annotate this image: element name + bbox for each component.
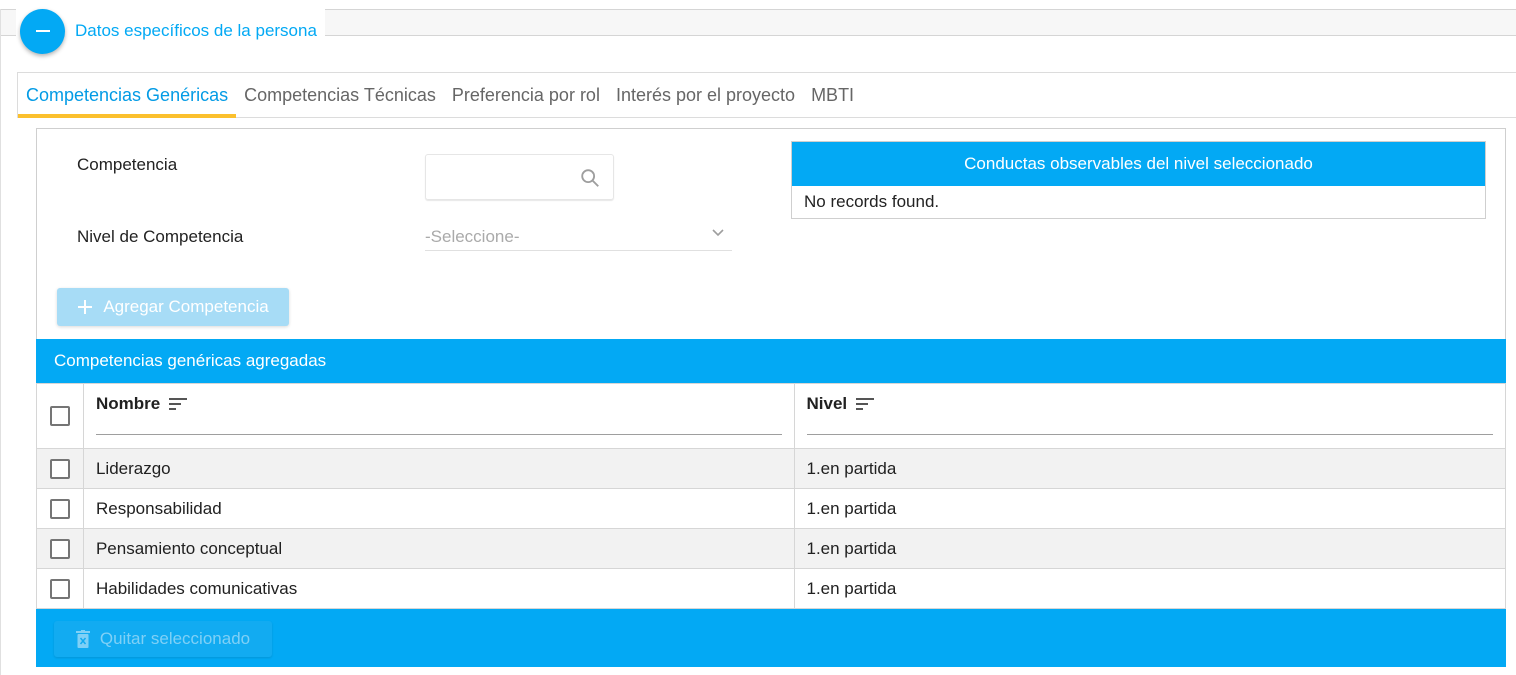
- cell-nombre: Responsabilidad: [82, 488, 795, 529]
- trash-icon: [75, 630, 90, 648]
- row-checkbox[interactable]: [49, 578, 70, 599]
- fieldset-border: [0, 9, 1, 675]
- table-footer: Quitar seleccionado: [36, 609, 1506, 667]
- select-all-cell: [36, 383, 84, 449]
- row-checkbox[interactable]: [49, 538, 70, 559]
- table-row[interactable]: Pensamiento conceptual 1.en partida: [36, 528, 1506, 569]
- tab-preferencia-por-rol[interactable]: Preferencia por rol: [444, 73, 608, 117]
- cell-nivel: 1.en partida: [793, 448, 1506, 489]
- competencias-agregadas-table: Competencias genéricas agregadas Nombre: [36, 339, 1506, 667]
- row-select-cell: [36, 448, 84, 489]
- cell-nivel: 1.en partida: [793, 528, 1506, 569]
- table-row[interactable]: Liderazgo 1.en partida: [36, 448, 1506, 489]
- nivel-filter-input[interactable]: [806, 434, 1493, 435]
- tab-competencias-genericas[interactable]: Competencias Genéricas: [18, 73, 237, 118]
- column-header-nivel[interactable]: Nivel: [793, 383, 1506, 449]
- sort-icon[interactable]: [855, 397, 875, 411]
- collapse-toggle-button[interactable]: [20, 8, 65, 54]
- tab-competencias-tecnicas[interactable]: Competencias Técnicas: [236, 73, 444, 117]
- conductas-empty-message: No records found.: [804, 192, 940, 211]
- plus-icon: [78, 300, 93, 314]
- add-competencia-button[interactable]: Agregar Competencia: [57, 288, 289, 326]
- tab-bar: Competencias Genéricas Competencias Técn…: [17, 72, 1516, 118]
- nombre-filter-input[interactable]: [95, 434, 782, 435]
- nivel-competencia-select[interactable]: -Seleccione-: [425, 223, 732, 251]
- table-header-row: Nombre Nivel: [36, 383, 1506, 449]
- search-icon[interactable]: [579, 167, 601, 189]
- tab-interes-por-el-proyecto[interactable]: Interés por el proyecto: [608, 73, 803, 117]
- competencia-search-input[interactable]: [425, 154, 614, 200]
- nivel-competencia-label: Nivel de Competencia: [77, 227, 244, 246]
- cell-nivel: 1.en partida: [793, 488, 1506, 529]
- conductas-title: Conductas observables del nivel seleccio…: [792, 142, 1485, 186]
- fieldset-legend: Datos específicos de la persona: [16, 8, 325, 54]
- cell-nombre: Liderazgo: [82, 448, 795, 489]
- row-select-cell: [36, 568, 84, 609]
- sort-icon[interactable]: [168, 397, 188, 411]
- row-select-cell: [36, 488, 84, 529]
- column-header-nombre[interactable]: Nombre: [82, 383, 795, 449]
- table-title: Competencias genéricas agregadas: [36, 339, 1506, 383]
- cell-nombre: Pensamiento conceptual: [82, 528, 795, 569]
- remove-selected-button[interactable]: Quitar seleccionado: [54, 621, 272, 657]
- column-title-nivel: Nivel: [806, 394, 848, 413]
- table-row[interactable]: Responsabilidad 1.en partida: [36, 488, 1506, 529]
- data-grid: Nombre Nivel Liderazgo 1.en partida Resp…: [36, 383, 1506, 609]
- row-select-cell: [36, 528, 84, 569]
- chevron-down-icon: [712, 229, 724, 237]
- add-competencia-label: Agregar Competencia: [103, 297, 269, 316]
- nivel-select-value: -Seleccione-: [425, 226, 520, 246]
- competence-form-panel: Competencia Nivel de Competencia -Selecc…: [36, 128, 1506, 340]
- table-row[interactable]: Habilidades comunicativas 1.en partida: [36, 568, 1506, 609]
- row-checkbox[interactable]: [49, 498, 70, 519]
- select-all-checkbox[interactable]: [49, 406, 70, 426]
- conductas-table: Conductas observables del nivel seleccio…: [791, 141, 1486, 219]
- cell-nombre: Habilidades comunicativas: [82, 568, 795, 609]
- row-checkbox[interactable]: [49, 458, 70, 479]
- column-title-nombre: Nombre: [95, 394, 161, 413]
- remove-selected-label: Quitar seleccionado: [99, 629, 251, 648]
- cell-nivel: 1.en partida: [793, 568, 1506, 609]
- tab-mbti[interactable]: MBTI: [803, 73, 862, 117]
- minus-icon: [35, 30, 50, 32]
- competencia-label: Competencia: [77, 155, 178, 174]
- fieldset-title[interactable]: Datos específicos de la persona: [75, 21, 317, 41]
